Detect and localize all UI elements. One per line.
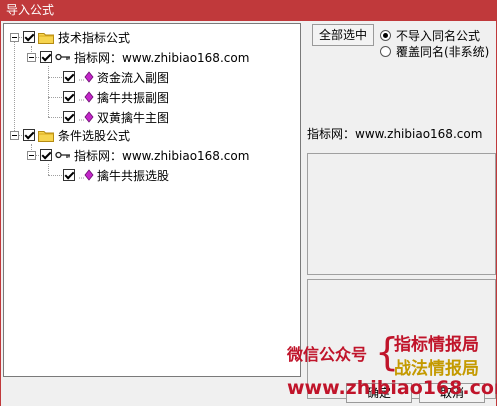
tree-group-label: 技术指标公式 bbox=[58, 30, 131, 45]
item-checkbox[interactable] bbox=[63, 71, 75, 83]
source-checkbox[interactable] bbox=[40, 51, 52, 63]
watermark-line2: 战法情报局 bbox=[394, 359, 479, 379]
window-title: 导入公式 bbox=[6, 3, 55, 17]
tree-item-label: 双黄擒牛主图 bbox=[97, 110, 170, 125]
tree-item-label: 资金流入副图 bbox=[97, 70, 170, 85]
item-checkbox[interactable] bbox=[63, 169, 75, 181]
radio-label: 不导入同名公式 bbox=[396, 29, 481, 43]
folder-icon bbox=[38, 130, 54, 142]
tree-item[interactable]: 资金流入副图 bbox=[63, 68, 169, 86]
radio-button[interactable] bbox=[380, 30, 391, 41]
radio-button[interactable] bbox=[380, 46, 391, 57]
formula-tree[interactable]: 技术指标公式 指标网：www.zhibiao168.com 资金流入副图 擒牛共… bbox=[3, 23, 301, 377]
select-all-button[interactable]: 全部选中 bbox=[312, 24, 374, 46]
formula-gem-icon bbox=[79, 91, 94, 103]
description-panel-top bbox=[307, 153, 496, 275]
key-icon bbox=[55, 151, 70, 159]
watermark-line1: 指标情报局 bbox=[394, 335, 479, 355]
watermark-website: www.zhibiao168.com bbox=[287, 377, 497, 399]
key-icon bbox=[55, 53, 70, 61]
tree-source-node[interactable]: 指标网：www.zhibiao168.com bbox=[27, 146, 249, 164]
tree-item-label: 擒牛共振选股 bbox=[97, 168, 170, 183]
title-bar: 导入公式 bbox=[0, 0, 497, 21]
tree-item[interactable]: 擒牛共振选股 bbox=[63, 166, 169, 184]
tree-item[interactable]: 擒牛共振副图 bbox=[63, 88, 169, 106]
group-checkbox[interactable] bbox=[23, 129, 35, 141]
source-checkbox[interactable] bbox=[40, 149, 52, 161]
import-dialog: 技术指标公式 指标网：www.zhibiao168.com 资金流入副图 擒牛共… bbox=[0, 21, 497, 406]
collapse-icon[interactable] bbox=[10, 32, 19, 42]
tree-source-node[interactable]: 指标网：www.zhibiao168.com bbox=[27, 48, 249, 66]
tree-item-label: 擒牛共振副图 bbox=[97, 90, 170, 105]
item-checkbox[interactable] bbox=[63, 111, 75, 123]
radio-skip-duplicates[interactable]: 不导入同名公式 bbox=[380, 27, 480, 44]
formula-source-label: 指标网：www.zhibiao168.com bbox=[307, 127, 483, 141]
formula-gem-icon bbox=[79, 71, 94, 83]
watermark-wechat-label: 微信公众号 bbox=[287, 345, 368, 364]
collapse-icon[interactable] bbox=[27, 52, 36, 62]
tree-group-label: 条件选股公式 bbox=[58, 128, 131, 143]
radio-label: 覆盖同名(非系统) bbox=[396, 45, 490, 59]
tree-source-label: 指标网：www.zhibiao168.com bbox=[74, 50, 250, 65]
folder-icon bbox=[38, 32, 54, 44]
radio-overwrite-duplicates[interactable]: 覆盖同名(非系统) bbox=[380, 43, 489, 60]
tree-group-technical[interactable]: 技术指标公式 bbox=[10, 28, 130, 46]
item-checkbox[interactable] bbox=[63, 91, 75, 103]
group-checkbox[interactable] bbox=[23, 31, 35, 43]
formula-gem-icon bbox=[79, 169, 94, 181]
collapse-icon[interactable] bbox=[27, 150, 36, 160]
tree-item[interactable]: 双黄擒牛主图 bbox=[63, 108, 169, 126]
formula-gem-icon bbox=[79, 111, 94, 123]
tree-source-label: 指标网：www.zhibiao168.com bbox=[74, 148, 250, 163]
tree-group-screening[interactable]: 条件选股公式 bbox=[10, 126, 130, 144]
collapse-icon[interactable] bbox=[10, 130, 19, 140]
